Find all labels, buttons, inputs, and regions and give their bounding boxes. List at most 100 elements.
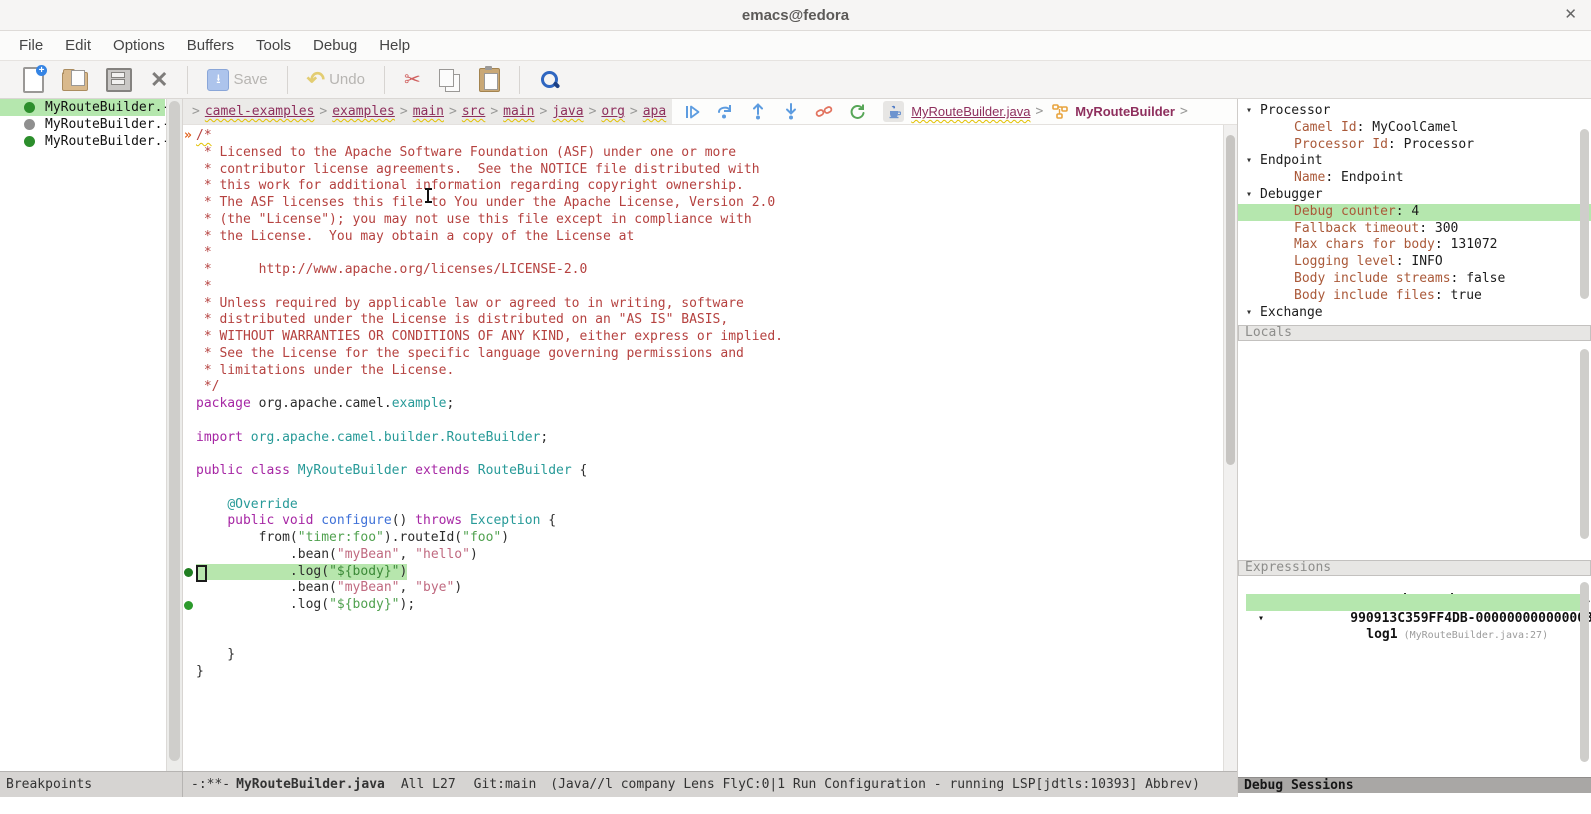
code-line[interactable]: */ <box>183 379 1237 396</box>
breadcrumb-segment[interactable]: main <box>503 104 534 119</box>
sidebar-scrollbar[interactable] <box>166 99 182 800</box>
tree-section-row[interactable]: ▾Exchange <box>1238 305 1591 322</box>
menu-item-edit[interactable]: Edit <box>54 37 102 54</box>
step-over-icon[interactable] <box>715 103 735 121</box>
code-line[interactable]: import org.apache.camel.builder.RouteBui… <box>183 430 1237 447</box>
code-line[interactable]: * limitations under the License. <box>183 363 1237 380</box>
tree-property-row[interactable]: Name: Endpoint <box>1238 170 1591 187</box>
code-line[interactable]: * The ASF licenses this file to You unde… <box>183 195 1237 212</box>
code-line[interactable]: * (the "License"); you may not use this … <box>183 212 1237 229</box>
editor-scrollbar-thumb[interactable] <box>1226 135 1235 465</box>
search-button[interactable] <box>539 69 561 91</box>
header-file-name[interactable]: MyRouteBuilder.java <box>911 104 1030 119</box>
code-line[interactable]: } <box>183 664 1237 681</box>
expressions-root-row[interactable]: ▾Run Configuration <box>1238 576 1591 593</box>
code-line[interactable]: .log("${body}"); <box>183 597 1237 614</box>
new-file-button[interactable]: + <box>23 67 44 93</box>
code-line[interactable] <box>183 614 1237 631</box>
save-button[interactable]: ⭳ Save <box>207 69 267 91</box>
echo-area[interactable] <box>0 797 1591 814</box>
breakpoint-item[interactable]: MyRouteBuilder.→ <box>0 133 165 150</box>
menu-item-tools[interactable]: Tools <box>245 37 302 54</box>
editor-scrollbar[interactable] <box>1223 125 1237 800</box>
tree-property-row[interactable]: Processor Id: Processor <box>1238 137 1591 154</box>
locals-scrollbar-thumb[interactable] <box>1580 349 1589 539</box>
breadcrumb-segment[interactable]: camel-examples <box>205 104 315 119</box>
breadcrumb-segment[interactable]: apa <box>643 104 666 119</box>
menu-item-options[interactable]: Options <box>102 37 176 54</box>
code-line[interactable]: * http://www.apache.org/licenses/LICENSE… <box>183 262 1237 279</box>
code-line[interactable] <box>183 631 1237 648</box>
cut-button[interactable]: ✂ <box>404 67 421 92</box>
code-line[interactable]: .bean("myBean", "bye") <box>183 580 1237 597</box>
code-line[interactable]: * Licensed to the Apache Software Founda… <box>183 145 1237 162</box>
breadcrumb-segment[interactable]: src <box>462 104 485 119</box>
code-line[interactable]: public class MyRouteBuilder extends Rout… <box>183 463 1237 480</box>
code-line[interactable]: * contributor license agreements. See th… <box>183 162 1237 179</box>
debug-session-row[interactable]: ▾990913C359FF4DB-000000000000003DBr → <box>1246 594 1585 611</box>
paste-button[interactable] <box>479 68 500 92</box>
tree-section-row[interactable]: ▾Debugger <box>1238 187 1591 204</box>
continue-icon[interactable] <box>682 103 702 121</box>
breadcrumb-segment[interactable]: examples <box>332 104 395 119</box>
tree-property-row[interactable]: Fallback timeout: 300 <box>1238 221 1591 238</box>
restart-icon[interactable] <box>847 103 867 121</box>
expressions-scrollbar-thumb[interactable] <box>1580 582 1589 762</box>
disconnect-icon[interactable] <box>814 103 834 121</box>
property-value: : INFO <box>1396 254 1443 269</box>
tree-property-row[interactable]: Debug counter: 4 <box>1238 204 1591 221</box>
watch-expression-row[interactable]: log1(MyRouteBuilder.java:27) <box>1238 611 1591 628</box>
breadcrumb-segment[interactable]: org <box>601 104 624 119</box>
modeline-git-branch[interactable]: Git:main <box>474 777 537 792</box>
breakpoint-fringe-icon[interactable] <box>184 568 193 577</box>
tree-section-row[interactable]: ▾Endpoint <box>1238 153 1591 170</box>
code-line[interactable]: * <box>183 279 1237 296</box>
code-line[interactable] <box>183 413 1237 430</box>
save-buffer-button[interactable] <box>106 68 132 92</box>
code-line[interactable]: * <box>183 245 1237 262</box>
breakpoint-item[interactable]: MyRouteBuilder.→ <box>0 116 165 133</box>
step-out-icon[interactable] <box>748 103 768 121</box>
menu-item-file[interactable]: File <box>8 37 54 54</box>
code-line[interactable] <box>183 480 1237 497</box>
code-line[interactable]: public void configure() throws Exception… <box>183 513 1237 530</box>
code-line[interactable]: * the License. You may obtain a copy of … <box>183 229 1237 246</box>
step-in-icon[interactable] <box>781 103 801 121</box>
breadcrumb-segment[interactable]: java <box>552 104 583 119</box>
tree-property-row[interactable]: Body include files: true <box>1238 288 1591 305</box>
code-line[interactable]: »/* <box>183 128 1237 145</box>
breakpoint-item[interactable]: MyRouteBuilder.→ <box>0 99 165 116</box>
close-icon[interactable]: ✕ <box>1564 5 1577 23</box>
tree-property-row[interactable]: Logging level: INFO <box>1238 254 1591 271</box>
tree-property-row[interactable]: Camel Id: MyCoolCamel <box>1238 120 1591 137</box>
menu-item-debug[interactable]: Debug <box>302 37 368 54</box>
copy-button[interactable] <box>439 69 461 91</box>
tree-property-row[interactable]: Max chars for body: 131072 <box>1238 237 1591 254</box>
code-editor[interactable]: »/* * Licensed to the Apache Software Fo… <box>183 125 1237 800</box>
close-buffer-button[interactable]: ✕ <box>150 69 168 91</box>
code-line[interactable] <box>183 446 1237 463</box>
tree-section-row[interactable]: ▾Processor <box>1238 103 1591 120</box>
breadcrumb-segment[interactable]: main <box>413 104 444 119</box>
undo-button[interactable]: ↶ Undo <box>307 70 365 90</box>
menu-item-help[interactable]: Help <box>368 37 421 54</box>
code-line[interactable]: .bean("myBean", "hello") <box>183 547 1237 564</box>
open-file-button[interactable] <box>62 68 88 91</box>
tree-scrollbar-thumb[interactable] <box>1580 129 1589 299</box>
breakpoint-fringe-icon[interactable] <box>184 601 193 610</box>
code-line[interactable]: * distributed under the License is distr… <box>183 312 1237 329</box>
code-line[interactable]: * See the License for the specific langu… <box>183 346 1237 363</box>
code-line[interactable]: * WITHOUT WARRANTIES OR CONDITIONS OF AN… <box>183 329 1237 346</box>
code-line[interactable]: @Override <box>183 497 1237 514</box>
code-line[interactable]: from("timer:foo").routeId("foo") <box>183 530 1237 547</box>
header-symbol-name[interactable]: MyRouteBuilder <box>1075 104 1175 119</box>
tree-property-row[interactable]: Body include streams: false <box>1238 271 1591 288</box>
code-line[interactable]: .log("${body}") <box>183 564 1237 581</box>
code-line[interactable]: } <box>183 647 1237 664</box>
code-line[interactable]: * Unless required by applicable law or a… <box>183 296 1237 313</box>
menu-item-buffers[interactable]: Buffers <box>176 37 245 54</box>
sidebar-scrollbar-thumb[interactable] <box>169 101 180 761</box>
code-line[interactable]: package org.apache.camel.example; <box>183 396 1237 413</box>
modeline-buffer-name[interactable]: MyRouteBuilder.java <box>236 777 385 792</box>
code-line[interactable]: * this work for additional information r… <box>183 178 1237 195</box>
